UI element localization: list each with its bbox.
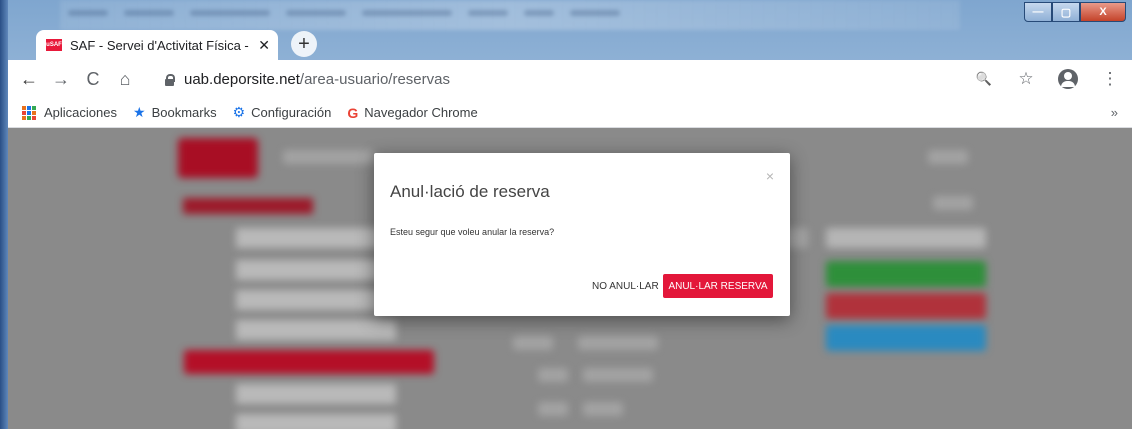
zoom-icon[interactable]: 🔍 (970, 64, 998, 94)
minimize-button[interactable]: — (1024, 2, 1052, 22)
new-tab-button[interactable]: + (291, 31, 317, 57)
back-arrow-icon[interactable]: ← (14, 64, 44, 94)
bookmark-configuracion[interactable]: ⚙ Configuración (233, 104, 332, 121)
no-cancel-button[interactable]: NO ANUL·LAR (586, 274, 665, 298)
action-button-green[interactable] (826, 261, 986, 287)
dialog-title: Anul·lació de reserva (390, 182, 550, 201)
content-blur (826, 228, 986, 248)
cancel-reservation-button[interactable]: ANUL·LAR RESERVA (663, 274, 773, 298)
cancel-reservation-dialog: × Anul·lació de reserva Esteu segur que … (374, 153, 790, 316)
sidebar-item[interactable] (236, 228, 396, 248)
header-link-blur (933, 196, 973, 210)
bookmarks-bar: Aplicaciones ★ Bookmarks ⚙ Configuración… (8, 98, 1132, 128)
bookmark-navegador-chrome[interactable]: G Navegador Chrome (347, 105, 477, 121)
bookmark-label: Bookmarks (151, 105, 217, 120)
site-logo (178, 138, 258, 178)
close-window-button[interactable]: X (1080, 2, 1126, 22)
content-blur (583, 402, 623, 416)
sidebar-item[interactable] (236, 414, 396, 429)
sidebar-item[interactable] (236, 290, 396, 310)
content-blur (513, 336, 553, 350)
bookmark-label: Navegador Chrome (364, 105, 478, 120)
header-text-blur (283, 150, 373, 164)
action-button-red[interactable] (826, 293, 986, 319)
profile-button[interactable] (1054, 64, 1082, 94)
sidebar-item[interactable] (236, 260, 396, 280)
sidebar-item[interactable] (236, 320, 396, 340)
maximize-button[interactable]: ▢ (1052, 2, 1080, 22)
forward-arrow-icon[interactable]: → (46, 64, 76, 94)
browser-toolbar: ← → C ⌂ uab.deporsite.net/area-usuario/r… (8, 60, 1132, 98)
chrome-menu-icon[interactable]: ⋮ (1096, 64, 1124, 94)
content-blur (538, 368, 568, 382)
toolbar-actions: 🔍 ☆ ⋮ (970, 64, 1124, 94)
area-usuari-heading (183, 198, 313, 214)
home-icon[interactable]: ⌂ (110, 64, 140, 94)
browser-tab-active[interactable]: uSAF SAF - Servei d'Activitat Física - U… (36, 30, 278, 60)
bookmark-star-icon[interactable]: ☆ (1012, 64, 1040, 94)
tab-title: SAF - Servei d'Activitat Física - Ur (70, 37, 253, 53)
tab-close-icon[interactable]: ✕ (258, 37, 270, 54)
star-icon: ★ (133, 104, 146, 120)
bookmarks-overflow-icon[interactable]: » (1111, 105, 1118, 120)
gear-icon: ⚙ (232, 104, 246, 120)
content-blur (583, 368, 653, 382)
content-blur (578, 336, 658, 350)
bookmark-label: Configuración (251, 105, 332, 120)
desktop-edge (0, 0, 8, 429)
window-controls: — ▢ X (1024, 2, 1126, 22)
favicon-icon: uSAF (46, 39, 62, 51)
bookmark-bookmarks[interactable]: ★ Bookmarks (133, 104, 217, 121)
bookmark-label: Aplicaciones (44, 105, 117, 120)
bookmark-apps[interactable]: Aplicaciones (22, 105, 117, 120)
address-bar[interactable]: uab.deporsite.net/area-usuario/reservas (152, 64, 970, 94)
aero-titlebar-blur (60, 0, 960, 30)
action-button-blue[interactable] (826, 325, 986, 351)
url-host: uab.deporsite.net (184, 70, 300, 88)
content-blur (538, 402, 568, 416)
header-link-blur (928, 150, 968, 164)
sidebar-item[interactable] (236, 384, 396, 404)
reload-icon[interactable]: C (78, 64, 108, 94)
sidebar-item-reserves[interactable] (184, 350, 434, 374)
lock-icon[interactable] (164, 73, 175, 86)
close-icon[interactable]: × (766, 168, 774, 184)
google-icon: G (347, 104, 359, 121)
dialog-message: Esteu segur que voleu anular la reserva? (390, 227, 555, 237)
apps-grid-icon (22, 105, 36, 120)
url-path: /area-usuario/reservas (299, 70, 450, 88)
profile-avatar-icon (1058, 69, 1078, 89)
